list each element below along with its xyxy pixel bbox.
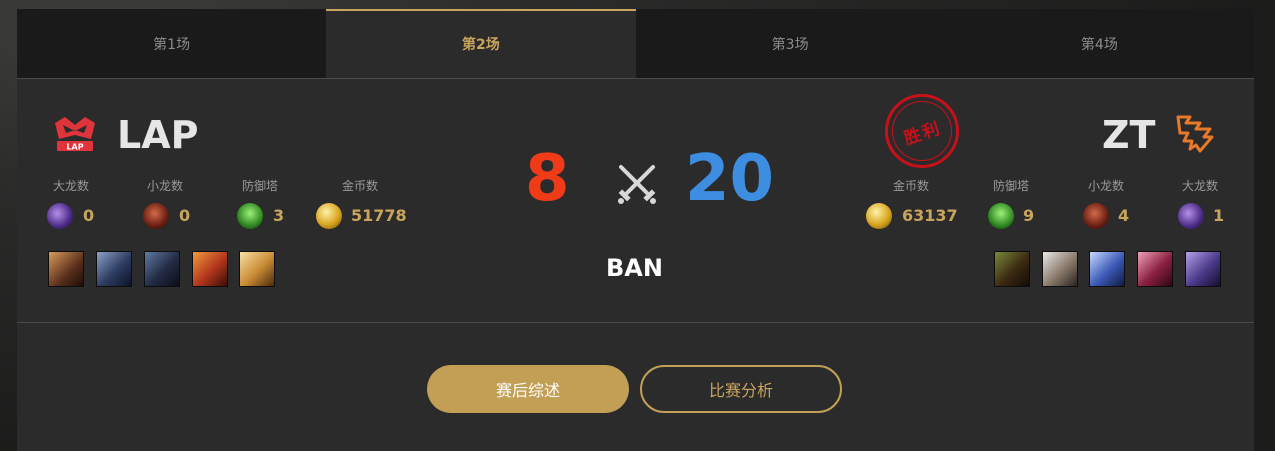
right-dragon-count: 4 xyxy=(1118,206,1130,225)
right-baron-count: 1 xyxy=(1213,206,1225,225)
gold-icon xyxy=(866,203,892,229)
tab-game-1[interactable]: 第1场 xyxy=(17,9,326,78)
right-score: 20 xyxy=(685,142,775,216)
champion-portrait[interactable] xyxy=(1089,251,1125,287)
tab-label: 第3场 xyxy=(771,36,809,53)
section-divider xyxy=(17,322,1254,323)
champion-portrait[interactable] xyxy=(994,251,1030,287)
left-score: 8 xyxy=(525,142,570,216)
tower-icon xyxy=(988,203,1014,229)
gold-icon xyxy=(316,203,342,229)
champion-portrait[interactable] xyxy=(239,251,275,287)
baron-icon xyxy=(47,203,73,229)
stat-label: 防御塔 xyxy=(992,179,1029,193)
victory-stamp-text: 胜利 xyxy=(901,117,944,149)
champion-portrait[interactable] xyxy=(144,251,180,287)
champion-portrait[interactable] xyxy=(1137,251,1173,287)
match-analysis-button[interactable]: 比赛分析 xyxy=(640,365,842,413)
champion-portrait[interactable] xyxy=(96,251,132,287)
victory-stamp: 胜利 xyxy=(885,94,959,168)
left-baron-count: 0 xyxy=(83,206,95,225)
dragon-icon xyxy=(1083,203,1109,229)
dragon-icon xyxy=(143,203,169,229)
tab-label: 第1场 xyxy=(153,36,191,53)
ban-label: BAN xyxy=(606,254,663,282)
stat-label: 金币数 xyxy=(892,179,929,193)
post-match-summary-button[interactable]: 赛后综述 xyxy=(427,365,629,413)
tab-label: 第4场 xyxy=(1080,36,1118,53)
champion-portrait[interactable] xyxy=(1042,251,1078,287)
left-dragon-count: 0 xyxy=(179,206,191,225)
tab-label: 第2场 xyxy=(462,36,500,53)
left-tower-count: 3 xyxy=(273,206,285,225)
stat-label: 防御塔 xyxy=(241,179,278,193)
baron-icon xyxy=(1178,203,1204,229)
stamp-ring: 胜利 xyxy=(892,101,952,161)
lap-logo-text: LAP xyxy=(66,143,83,152)
stat-label: 小龙数 xyxy=(1087,179,1124,193)
crossed-swords-icon xyxy=(618,165,656,204)
left-team-name: LAP xyxy=(117,113,199,157)
stat-label: 大龙数 xyxy=(52,179,89,193)
lap-logo: LAP xyxy=(55,117,95,152)
stat-label: 小龙数 xyxy=(146,179,183,193)
champion-portrait[interactable] xyxy=(48,251,84,287)
zt-logo xyxy=(1176,115,1214,153)
champion-portrait[interactable] xyxy=(1185,251,1221,287)
tab-game-4[interactable]: 第4场 xyxy=(945,9,1254,78)
stat-label: 大龙数 xyxy=(1181,179,1218,193)
right-gold-count: 63137 xyxy=(902,206,958,225)
stat-label: 金币数 xyxy=(341,179,378,193)
right-tower-count: 9 xyxy=(1023,206,1035,225)
right-team-name: ZT xyxy=(1102,113,1156,157)
champion-portrait[interactable] xyxy=(192,251,228,287)
game-tabs: 第1场 第2场 第3场 第4场 xyxy=(17,9,1254,79)
left-gold-count: 51778 xyxy=(351,206,407,225)
tab-game-2[interactable]: 第2场 xyxy=(326,9,636,78)
tower-icon xyxy=(237,203,263,229)
tab-game-3[interactable]: 第3场 xyxy=(636,9,945,78)
match-panel: 第1场 第2场 第3场 第4场 LAP LAP 大龙数 小龙数 防御塔 金币数 … xyxy=(17,9,1254,451)
